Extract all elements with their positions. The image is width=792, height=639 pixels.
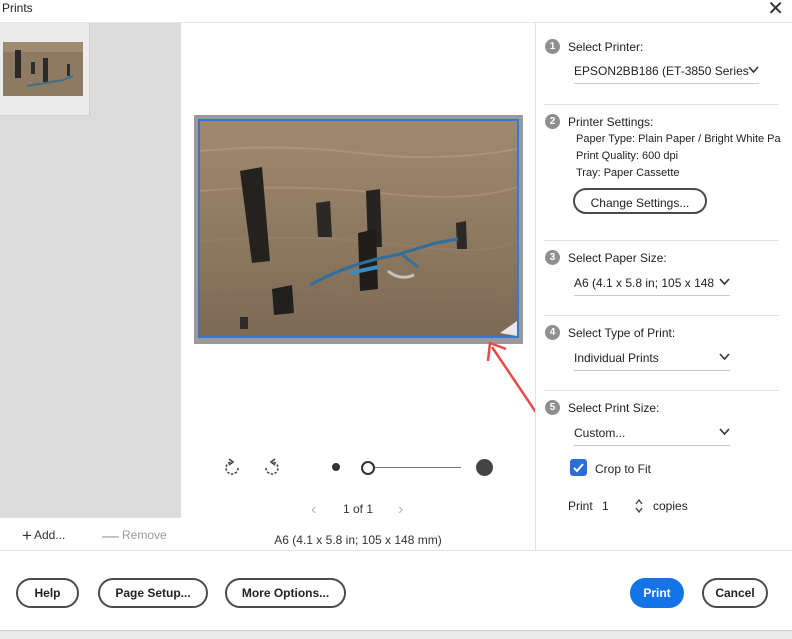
zoom-slider-handle[interactable]	[361, 461, 375, 475]
step-2-badge: 2	[545, 114, 560, 129]
divider	[544, 240, 779, 241]
add-label: Add...	[33, 528, 66, 542]
preview-image[interactable]	[198, 119, 519, 338]
chevron-down-icon	[719, 428, 730, 436]
crop-to-fit-label: Crop to Fit	[595, 462, 652, 476]
tray-text: Tray: Paper Cassette	[576, 167, 680, 179]
paper-size-dropdown[interactable]: A6 (4.1 x 5.8 in; 105 x 148	[574, 273, 730, 296]
step-4-badge: 4	[545, 325, 560, 340]
help-button[interactable]: Help	[16, 578, 79, 608]
plus-icon: +	[22, 526, 32, 545]
change-settings-button[interactable]: Change Settings...	[573, 188, 707, 214]
chevron-down-icon	[719, 278, 730, 286]
zoom-slider-track[interactable]	[365, 467, 461, 468]
checkmark-icon	[573, 463, 584, 473]
paper-type-text: Paper Type: Plain Paper / Bright White P…	[576, 133, 781, 145]
page-setup-button[interactable]: Page Setup...	[98, 578, 208, 608]
step-5-badge: 5	[545, 400, 560, 415]
select-printer-label: Select Printer:	[568, 40, 644, 54]
select-print-size-label: Select Print Size:	[568, 401, 660, 415]
select-paper-size-label: Select Paper Size:	[568, 251, 667, 265]
print-preview: ‹ 1 of 1 › A6 (4.1 x 5.8 in; 105 x 148 m…	[181, 23, 535, 550]
thumbnail-toolbar: + Add... — Remove	[0, 517, 181, 551]
printer-value: EPSON2BB186 (ET-3850 Series)	[574, 64, 749, 78]
copies-suffix-label: copies	[653, 499, 688, 513]
chevron-down-icon	[748, 66, 759, 74]
stepper-icon[interactable]	[634, 497, 644, 515]
copies-input[interactable]: 1	[602, 499, 624, 513]
page-indicator: 1 of 1	[343, 502, 374, 516]
print-quality-text: Print Quality: 600 dpi	[576, 150, 679, 162]
add-button[interactable]: + Add...	[22, 526, 65, 546]
window-title: Prints	[2, 1, 33, 15]
thumbnail-panel: + Add... — Remove	[0, 23, 181, 551]
remove-button[interactable]: — Remove	[102, 526, 167, 546]
chevron-right-icon[interactable]: ›	[398, 501, 403, 519]
chevron-left-icon[interactable]: ‹	[311, 501, 316, 519]
paper-size-caption: A6 (4.1 x 5.8 in; 105 x 148 mm)	[274, 533, 442, 547]
printer-dropdown[interactable]: EPSON2BB186 (ET-3850 Series)	[574, 61, 759, 84]
more-options-button[interactable]: More Options...	[225, 578, 346, 608]
cancel-button[interactable]: Cancel	[702, 578, 768, 608]
title-bar: Prints ✕	[0, 0, 792, 23]
print-size-dropdown[interactable]: Custom...	[574, 423, 730, 446]
preview-paper	[194, 115, 523, 344]
thumbnail-item[interactable]	[0, 23, 90, 116]
crop-to-fit-checkbox[interactable]	[570, 459, 587, 476]
chevron-down-icon	[719, 353, 730, 361]
print-button[interactable]: Print	[630, 578, 684, 608]
zoom-out-icon[interactable]	[332, 463, 340, 471]
rotate-right-icon[interactable]	[261, 457, 283, 479]
copies-prefix-label: Print	[568, 499, 593, 513]
printer-settings-label: Printer Settings:	[568, 115, 654, 129]
step-3-badge: 3	[545, 250, 560, 265]
print-type-value: Individual Prints	[574, 351, 659, 365]
settings-panel: 1 Select Printer: EPSON2BB186 (ET-3850 S…	[535, 23, 792, 550]
thumbnail-image	[3, 42, 83, 96]
print-type-dropdown[interactable]: Individual Prints	[574, 348, 730, 371]
remove-label: Remove	[122, 528, 167, 542]
divider	[544, 390, 779, 391]
minus-icon: —	[102, 526, 119, 545]
print-size-value: Custom...	[574, 426, 626, 440]
divider	[544, 315, 779, 316]
select-print-type-label: Select Type of Print:	[568, 326, 676, 340]
close-icon[interactable]: ✕	[767, 0, 784, 20]
step-1-badge: 1	[545, 39, 560, 54]
dialog-footer: Help Page Setup... More Options... Print…	[0, 550, 792, 639]
paper-size-value: A6 (4.1 x 5.8 in; 105 x 148	[574, 276, 714, 290]
rotate-left-icon[interactable]	[221, 457, 243, 479]
zoom-in-icon[interactable]	[476, 459, 493, 476]
divider	[544, 104, 779, 105]
